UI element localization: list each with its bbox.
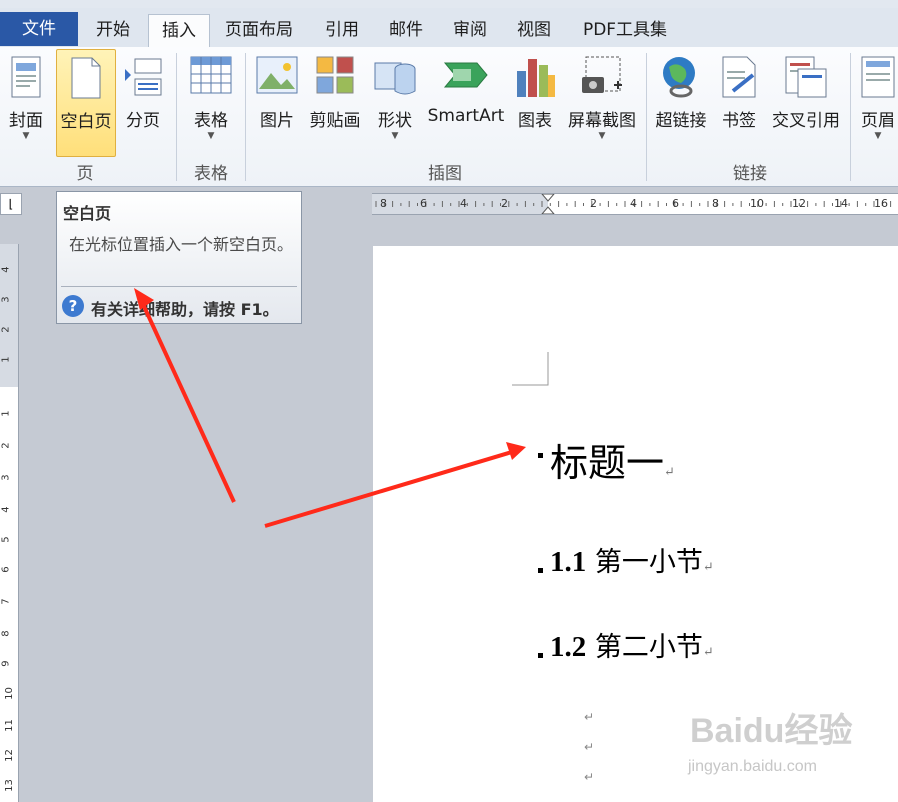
arrow-to-heading	[264, 450, 513, 528]
arrow-head	[506, 442, 526, 460]
arrow-head	[134, 288, 154, 310]
arrow-to-tooltip	[140, 301, 236, 503]
baidu-watermark-logo: Baidu经验	[690, 712, 853, 750]
annotation-arrows	[134, 288, 526, 528]
baidu-watermark-url: jingyan.baidu.com	[688, 758, 817, 775]
